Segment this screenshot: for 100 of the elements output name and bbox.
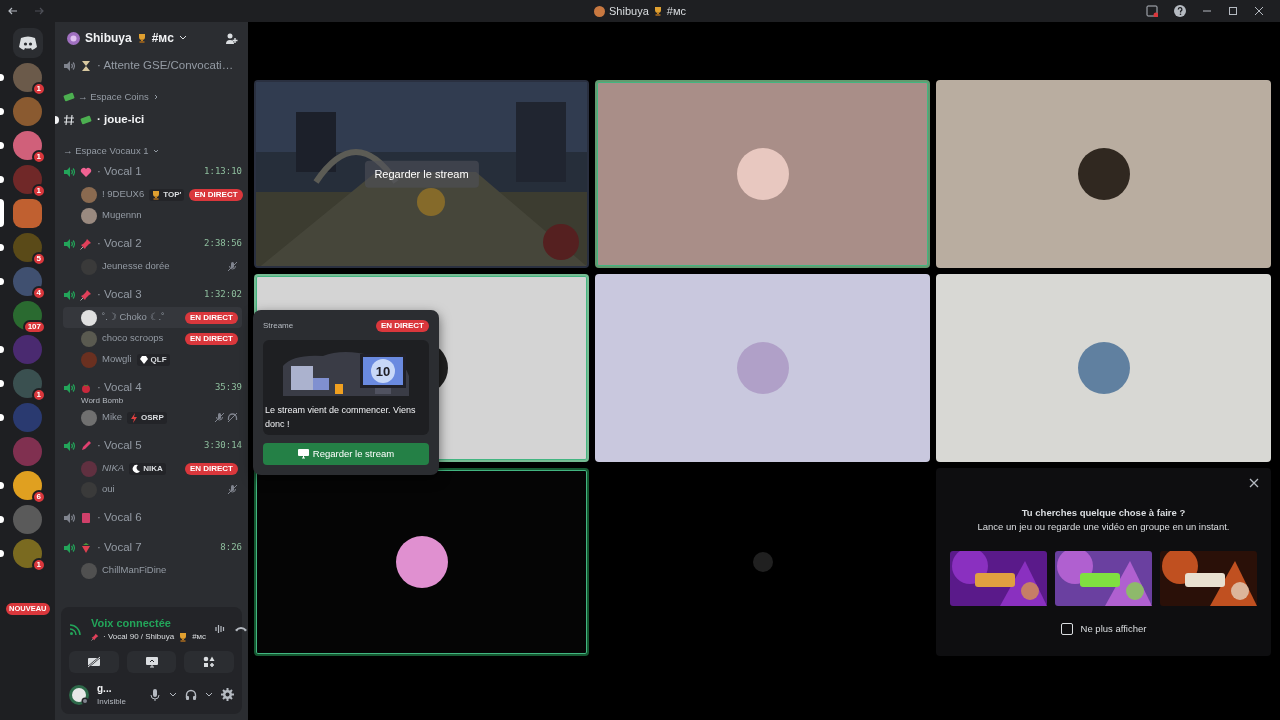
trophy-icon bbox=[136, 33, 147, 43]
avatar bbox=[1077, 148, 1130, 200]
pushpin-icon bbox=[91, 633, 99, 641]
voice-member[interactable]: ! 9DEUX6 TOP' EN DIRECT bbox=[63, 184, 242, 205]
camera-off-button[interactable] bbox=[69, 651, 119, 673]
heart-icon bbox=[80, 166, 92, 178]
server-icon bbox=[594, 5, 605, 17]
avatar bbox=[736, 342, 789, 394]
avatar bbox=[752, 552, 773, 572]
server-icon[interactable] bbox=[13, 233, 42, 262]
channel-name[interactable]: · Vocal 4 bbox=[97, 379, 142, 397]
voice-member[interactable]: Mowgli QLF bbox=[63, 349, 242, 370]
member-name: Jeunesse dorée bbox=[102, 259, 170, 274]
channel-name[interactable]: · Vocal 6 bbox=[97, 509, 142, 527]
banknote-icon bbox=[80, 114, 92, 126]
live-badge: EN DIRECT bbox=[184, 332, 238, 345]
back-arrow-icon[interactable] bbox=[8, 6, 18, 16]
watch-stream-button[interactable]: Regarder le stream bbox=[263, 443, 429, 465]
close-icon[interactable] bbox=[1249, 478, 1259, 488]
live-badge: EN DIRECT bbox=[189, 188, 243, 201]
pushpin-icon bbox=[80, 289, 92, 301]
user-avatar bbox=[69, 684, 89, 705]
window-title: Shibuya bbox=[609, 3, 649, 19]
unread-indicator bbox=[55, 116, 59, 124]
voice-member[interactable]: ˚.☽ Choko ☾.˚ EN DIRECT bbox=[63, 307, 242, 328]
hash-icon bbox=[63, 114, 75, 126]
connection-signal-icon bbox=[69, 621, 83, 636]
video-tile[interactable] bbox=[595, 80, 930, 268]
channel-name[interactable]: · Vocal 2 bbox=[97, 235, 142, 253]
server-icon[interactable] bbox=[13, 471, 42, 500]
voice-member[interactable]: ChillManFiDine bbox=[63, 560, 242, 581]
soundwave-icon[interactable] bbox=[214, 622, 227, 635]
chevron-down-icon[interactable] bbox=[169, 691, 177, 698]
shapes-icon bbox=[203, 656, 216, 668]
headphones-icon[interactable] bbox=[185, 688, 197, 701]
member-name: ChillManFiDine bbox=[102, 563, 167, 578]
member-name: NIKA bbox=[102, 461, 125, 476]
discord-logo-icon[interactable] bbox=[12, 28, 43, 58]
channel-tag: #ᴍᴄ bbox=[192, 631, 207, 643]
close-icon[interactable] bbox=[1254, 6, 1264, 16]
banknote-icon bbox=[63, 91, 75, 103]
member-name: oui bbox=[102, 482, 115, 497]
channel-name[interactable]: · Vocal 5 bbox=[97, 437, 142, 455]
category-name[interactable]: → Espace Coins bbox=[78, 89, 149, 105]
voice-member[interactable]: Mugennn bbox=[63, 205, 242, 226]
channel-name[interactable]: · Vocal 1 bbox=[97, 163, 142, 181]
screen-share-icon bbox=[144, 656, 159, 668]
maximize-icon[interactable] bbox=[1228, 6, 1238, 16]
settings-icon[interactable] bbox=[221, 688, 234, 701]
channel-name[interactable]: · Attente GSE/Convocati… bbox=[97, 57, 234, 75]
elapsed-time: 35:39 bbox=[214, 381, 242, 395]
video-tile[interactable] bbox=[595, 274, 930, 462]
member-name: ! 9DEUX6 bbox=[102, 187, 145, 202]
live-badge: EN DIRECT bbox=[184, 462, 238, 475]
live-badge: EN DIRECT bbox=[375, 320, 429, 332]
popup-title: Streame bbox=[263, 320, 294, 332]
channel-name[interactable]: · Vocal 3 bbox=[97, 286, 142, 304]
panel-title: Tu cherches quelque chose à faire ? bbox=[1021, 506, 1186, 520]
video-tile[interactable] bbox=[254, 468, 589, 656]
video-tile[interactable] bbox=[936, 274, 1271, 462]
channel-name[interactable]: · joue-ici bbox=[97, 111, 145, 129]
voice-member[interactable]: NIKA NIKA EN DIRECT bbox=[63, 458, 242, 479]
popup-message: Le stream vient de commencer. Viens donc ! bbox=[264, 404, 417, 431]
checkbox-label[interactable]: Ne plus afficher bbox=[1080, 621, 1147, 636]
voice-channel-name[interactable]: · Vocal 90 / Shibuya bbox=[103, 631, 175, 643]
video-tile[interactable] bbox=[936, 80, 1271, 268]
voice-member[interactable]: Jeunesse dorée bbox=[63, 256, 242, 277]
screen-share-button[interactable] bbox=[126, 651, 177, 673]
server-icon bbox=[67, 31, 80, 45]
member-name: Mowgli bbox=[102, 352, 132, 367]
add-member-icon[interactable] bbox=[225, 31, 238, 45]
trophy-icon bbox=[151, 189, 162, 200]
voice-member[interactable]: oui bbox=[63, 479, 242, 500]
member-name: Mugennn bbox=[102, 208, 142, 223]
strawberry-icon bbox=[80, 542, 92, 554]
trophy-icon bbox=[178, 632, 189, 642]
member-name: ˚.☽ Choko ☾.˚ bbox=[102, 310, 165, 325]
activities-button[interactable] bbox=[184, 651, 234, 673]
inbox-icon[interactable] bbox=[1146, 5, 1158, 17]
category-name[interactable]: → Espace Vocaux 1 bbox=[63, 143, 149, 159]
activity-name: Word Bomb bbox=[80, 395, 125, 407]
voice-status: Voix connectée bbox=[91, 615, 172, 631]
elapsed-time: 1:13:10 bbox=[204, 165, 242, 179]
screen-share-icon bbox=[297, 449, 309, 459]
voice-member[interactable]: choco scroops EN DIRECT bbox=[63, 328, 242, 349]
channel-name[interactable]: · Vocal 7 bbox=[97, 539, 142, 557]
server-name[interactable]: Shibuya bbox=[85, 29, 132, 47]
tag-label: QLF bbox=[150, 353, 167, 366]
checkbox[interactable] bbox=[1060, 622, 1073, 635]
server-channel-tag: #ᴍᴄ bbox=[151, 29, 174, 47]
chevron-down-icon[interactable] bbox=[205, 691, 213, 698]
gem-icon bbox=[138, 354, 149, 365]
panel-subtitle: Lance un jeu ou regarde une vidéo en groupe en un instant. bbox=[977, 520, 1230, 535]
help-icon[interactable] bbox=[1174, 5, 1186, 17]
chevron-down-icon[interactable] bbox=[178, 35, 187, 41]
watch-stream-button[interactable]: Regarder le stream bbox=[364, 160, 479, 188]
voice-member[interactable]: Mike OSRP bbox=[63, 407, 242, 428]
user-status: Invisible bbox=[97, 696, 127, 708]
microphone-icon[interactable] bbox=[149, 688, 161, 701]
video-tile[interactable]: Regarder le stream bbox=[254, 80, 589, 268]
